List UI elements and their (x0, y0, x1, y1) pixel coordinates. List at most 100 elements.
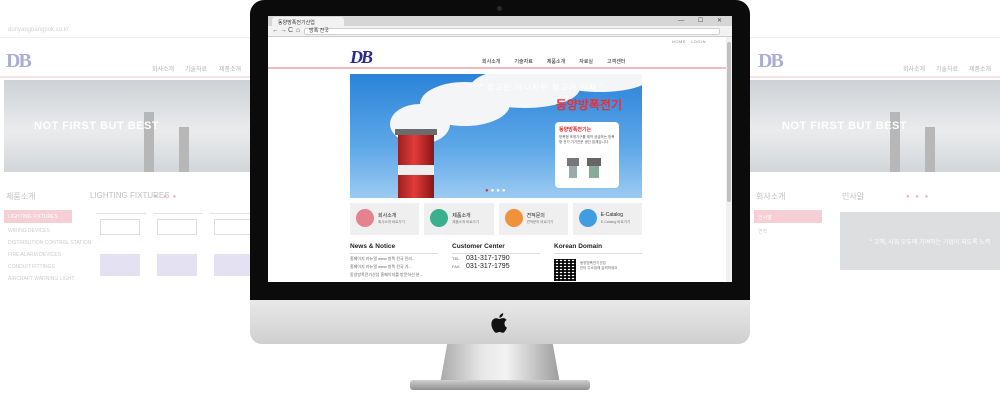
domain-text: 동양방폭전기산업 인터 주소창에 입력하세요 (580, 261, 617, 272)
nav-item-products[interactable]: 제품소개 (547, 58, 565, 65)
bg-menu-item: DISTRIBUTION CONTROL STATION (8, 240, 92, 246)
apple-logo-icon (491, 313, 507, 333)
tel-label: TEL. (452, 256, 461, 261)
bg-menu-item: AIRCRAFT WARNING LIGHT (8, 276, 75, 282)
hero-card-desc: 방폭형 조명기구를 제작 공급하는 방폭형 전기 기기전문 생산 업체입니다. (559, 135, 615, 144)
bg-menu-item: WIRING DEVICES (8, 228, 50, 234)
hero-card-title: 동양방폭전기는 (559, 127, 592, 133)
bg-greeting-menu-item: 연혁 (758, 229, 768, 235)
bg-nav-item: 회사소개 (152, 67, 175, 73)
bg-url-text: donyangbangpok.co.kr (8, 27, 69, 33)
bg-nav-item: 회사소개 (903, 67, 926, 73)
quick-link-products[interactable]: 제품소개 제품소개 바로가기 (424, 203, 494, 235)
monitor-chin (250, 300, 750, 344)
bg-product-thumb (96, 213, 146, 277)
hero-slider[interactable]: " 최고는 아니지만 최고가 되자 " 동양방폭전기 동양방폭전기는 방폭형 조… (350, 74, 642, 198)
bg-logo-left: DB (6, 50, 32, 72)
quick-link-label: 회사소개 (378, 213, 397, 219)
fax-row: FAX. 031-317-1795 (452, 263, 540, 270)
quick-link-label: E-Catalog (600, 212, 623, 218)
nav-item-support[interactable]: 고객센터 (607, 58, 625, 65)
bg-section-title: 제품소개 (6, 192, 36, 201)
qr-code-icon (554, 259, 576, 281)
logo-text: DB (350, 47, 373, 67)
light-fixture-icon (567, 158, 601, 178)
quote-icon (504, 209, 523, 227)
nav-item-company[interactable]: 회사소개 (482, 58, 500, 65)
reload-icon[interactable]: C (288, 27, 293, 34)
slider-dots: ●●●● (485, 188, 508, 194)
bg-greeting-title: 인사말 (842, 192, 865, 201)
site-logo[interactable]: DB (350, 47, 373, 68)
quick-link-catalog[interactable]: E-Catalog E-Catalog 바로가기 (572, 203, 642, 235)
products-icon (430, 209, 449, 227)
quick-link-company[interactable]: 회사소개 회사소개 바로가기 (350, 203, 420, 235)
bg-nav-item: 제품소개 (969, 67, 992, 73)
back-icon[interactable]: ← (272, 27, 279, 34)
header-divider (268, 67, 726, 69)
bg-nav-item: 기술자료 (936, 67, 959, 73)
bg-hero-left: NOT FIRST BUT BEST ● ● ● (4, 80, 250, 200)
news-item[interactable]: 홈페이지 리뉴얼 www 방폭 전국 진리... (350, 256, 438, 262)
bg-menu-item: CONDUIT FITTINGS (8, 264, 55, 270)
quick-link-sub: 견적문의 바로가기 (526, 220, 554, 224)
camera-icon (497, 6, 502, 11)
news-item[interactable]: 홈페이지 리뉴얼 www 방폭 전국 가... (350, 264, 438, 270)
bg-menu-item: FIRE ALARM DEVICES (8, 252, 62, 258)
quick-link-sub: 회사소개 바로가기 (378, 220, 405, 224)
bg-greeting-banner: " 고객, 사회 모두에 기여하는 기업이 되도록 노력 (840, 212, 1000, 270)
utility-links[interactable]: HOME · LOGIN (672, 39, 706, 44)
domain-column: Korean Domain 동양방폭전기산업 인터 주소창에 입력하세요 (554, 243, 642, 282)
bg-divider-left (0, 76, 250, 78)
web-page: HOME · LOGIN DB 회사소개 기술자료 제품소개 자료실 고객센터 (268, 37, 726, 282)
bg-slogan: NOT FIRST BUT BEST (782, 120, 908, 132)
bg-logo-right: DB (758, 50, 784, 72)
quick-link-sub: 제품소개 바로가기 (452, 220, 479, 224)
fax-label: FAX. (452, 264, 461, 269)
nav-item-tech[interactable]: 기술자료 (514, 58, 532, 65)
quick-links: 회사소개 회사소개 바로가기 제품소개 제품소개 바로가기 견적문의 견적문의 … (350, 203, 642, 235)
quick-link-quote[interactable]: 견적문의 견적문의 바로가기 (498, 203, 568, 235)
home-icon[interactable]: ⌂ (296, 27, 300, 34)
browser-tab-strip: 동양방폭전기산업 — ☐ ✕ (268, 16, 732, 26)
quick-link-label: 제품소개 (452, 213, 471, 219)
address-bar[interactable]: 방폭 전국 (304, 28, 720, 35)
customer-column: Customer Center TEL. 031-317-1790 FAX. 031… (452, 243, 540, 270)
customer-title: Customer Center (452, 243, 540, 254)
bg-greeting-quote: " 고객, 사회 모두에 기여하는 기업이 되도록 노력 (870, 240, 991, 246)
bg-divider-right (750, 76, 1000, 78)
tel-number: 031-317-1790 (466, 255, 510, 262)
tel-row: TEL. 031-317-1790 (452, 255, 540, 262)
bg-product-thumb (153, 213, 203, 277)
scrollbar-thumb[interactable] (727, 42, 731, 202)
hero-title: 동양방폭전기 (555, 98, 622, 112)
bg-greeting-menu-active: 인사말 (754, 210, 822, 223)
bg-nav-item: 제품소개 (219, 67, 242, 73)
chimney-image (395, 129, 437, 198)
bg-slogan: NOT FIRST BUT BEST (34, 120, 160, 132)
news-item[interactable]: 동양방폭전기산업 홈페이지를 방문하신 분... (350, 272, 438, 278)
slider-dot[interactable]: ● (502, 188, 508, 194)
monitor-stand (440, 344, 560, 384)
hero-quote: " 최고는 아니지만 최고가 되자 " (479, 83, 604, 92)
main-nav: 회사소개 기술자료 제품소개 자료실 고객센터 (482, 58, 625, 65)
monitor-bezel: 동양방폭전기산업 — ☐ ✕ ← → C ⌂ 방폭 전국 HOME · LOGI… (250, 0, 750, 300)
quick-link-label: 견적문의 (526, 213, 545, 219)
info-section: News & Notice 홈페이지 리뉴얼 www 방폭 전국 진리... 홈… (350, 243, 642, 282)
catalog-icon (578, 209, 597, 227)
window-controls[interactable]: — ☐ ✕ (678, 17, 728, 24)
browser-tab[interactable]: 동양방폭전기산업 (272, 17, 344, 26)
bg-menu-active: LIGHTING FIXTURES (4, 210, 72, 223)
domain-title: Korean Domain (554, 243, 642, 254)
nav-item-library[interactable]: 자료실 (579, 58, 593, 65)
monitor-foot (410, 380, 590, 390)
bg-nav-item: 기술자료 (185, 67, 208, 73)
news-column: News & Notice 홈페이지 리뉴얼 www 방폭 전국 진리... 홈… (350, 243, 438, 278)
forward-icon[interactable]: → (280, 27, 287, 34)
imac-mockup: 동양방폭전기산업 — ☐ ✕ ← → C ⌂ 방폭 전국 HOME · LOGI… (250, 0, 750, 400)
bg-hero-right: NOT FIRST BUT BEST ● ● ● (750, 80, 1000, 200)
bg-company-title: 회사소개 (756, 192, 786, 201)
bg-lighting-title: LIGHTING FIXTURES (90, 191, 170, 200)
news-title[interactable]: News & Notice (350, 243, 438, 254)
browser-toolbar: ← → C ⌂ 방폭 전국 (268, 26, 732, 37)
